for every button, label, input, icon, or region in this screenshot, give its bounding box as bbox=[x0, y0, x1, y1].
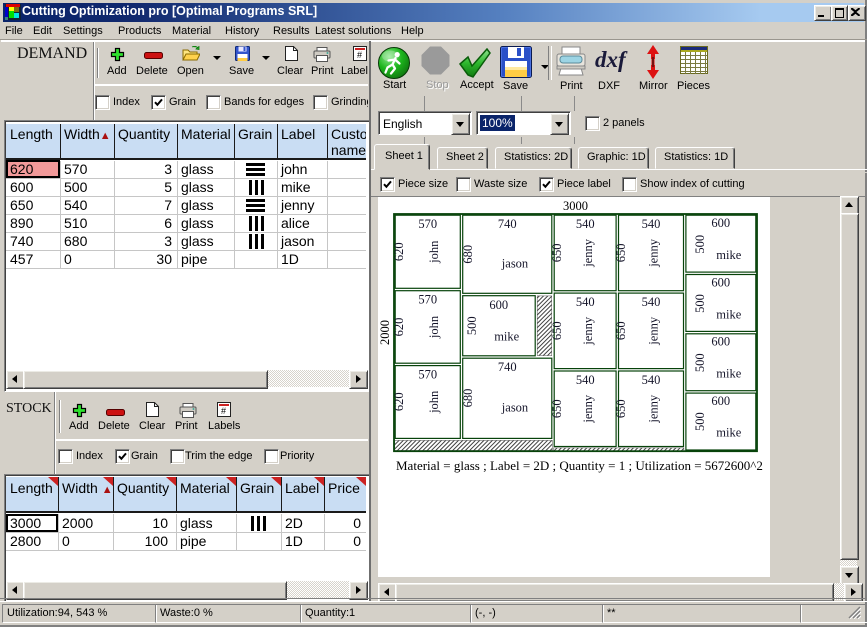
svg-text:680: 680 bbox=[461, 245, 475, 264]
svg-text:740: 740 bbox=[498, 360, 517, 374]
svg-text:jenny: jenny bbox=[647, 238, 661, 268]
svg-text:740: 740 bbox=[498, 217, 517, 231]
svg-text:570: 570 bbox=[418, 367, 437, 381]
svg-text:john: john bbox=[427, 315, 441, 339]
svg-text:jenny: jenny bbox=[581, 238, 595, 268]
svg-text:500: 500 bbox=[693, 412, 707, 431]
svg-text:#: # bbox=[221, 406, 226, 416]
svg-text:570: 570 bbox=[418, 217, 437, 231]
svg-text:jenny: jenny bbox=[581, 394, 595, 424]
svg-text:650: 650 bbox=[550, 321, 564, 340]
svg-text:john: john bbox=[427, 240, 441, 264]
svg-text:500: 500 bbox=[693, 353, 707, 372]
svg-text:600: 600 bbox=[711, 394, 730, 408]
svg-text:mike: mike bbox=[716, 425, 741, 439]
svg-text:540: 540 bbox=[576, 295, 595, 309]
svg-text:#: # bbox=[357, 50, 362, 60]
svg-text:jenny: jenny bbox=[647, 316, 661, 346]
svg-text:jenny: jenny bbox=[581, 316, 595, 346]
svg-text:500: 500 bbox=[465, 316, 479, 335]
svg-text:540: 540 bbox=[642, 217, 661, 231]
svg-text:650: 650 bbox=[550, 399, 564, 418]
svg-text:mike: mike bbox=[494, 330, 519, 344]
svg-text:650: 650 bbox=[614, 321, 628, 340]
svg-text:jason: jason bbox=[501, 401, 529, 415]
svg-text:mike: mike bbox=[716, 248, 741, 262]
svg-text:500: 500 bbox=[693, 235, 707, 254]
svg-text:600: 600 bbox=[711, 335, 730, 349]
svg-text:600: 600 bbox=[711, 275, 730, 289]
svg-text:620: 620 bbox=[392, 242, 406, 261]
svg-text:650: 650 bbox=[614, 244, 628, 263]
svg-text:650: 650 bbox=[614, 399, 628, 418]
svg-text:mike: mike bbox=[716, 307, 741, 321]
svg-text:540: 540 bbox=[576, 217, 595, 231]
svg-text:mike: mike bbox=[716, 367, 741, 381]
svg-text:Material = glass ; Label = 2D: Material = glass ; Label = 2D ; Quantity… bbox=[396, 458, 763, 473]
svg-text:500: 500 bbox=[693, 294, 707, 313]
svg-text:540: 540 bbox=[642, 295, 661, 309]
svg-text:540: 540 bbox=[576, 373, 595, 387]
svg-text:600: 600 bbox=[711, 216, 730, 230]
svg-text:650: 650 bbox=[550, 244, 564, 263]
svg-text:jenny: jenny bbox=[647, 394, 661, 424]
svg-text:jason: jason bbox=[501, 257, 529, 271]
svg-text:600: 600 bbox=[489, 298, 508, 312]
svg-text:570: 570 bbox=[418, 293, 437, 307]
svg-text:john: john bbox=[427, 390, 441, 414]
svg-text:2000: 2000 bbox=[378, 320, 392, 345]
svg-text:3000: 3000 bbox=[563, 199, 588, 213]
svg-text:540: 540 bbox=[642, 373, 661, 387]
svg-text:620: 620 bbox=[392, 392, 406, 411]
svg-text:680: 680 bbox=[461, 389, 475, 408]
svg-text:620: 620 bbox=[392, 318, 406, 337]
